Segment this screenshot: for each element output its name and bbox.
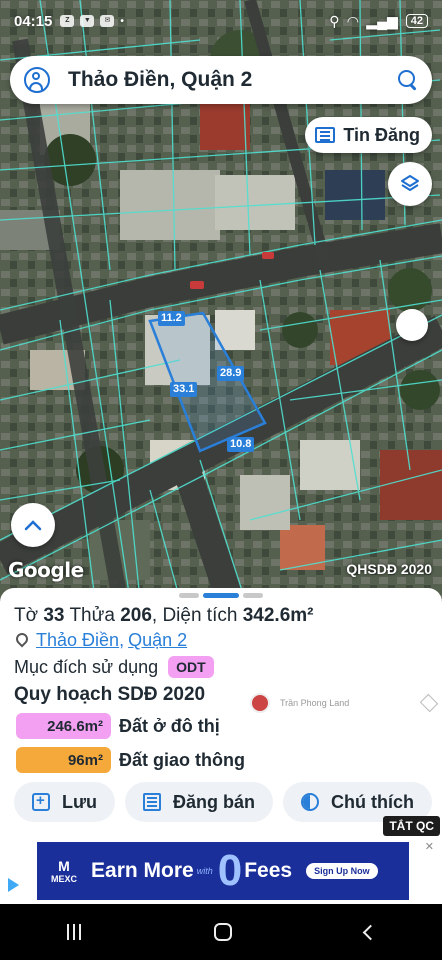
watermark-avatar	[250, 693, 270, 713]
tin-dang-label: Tin Đăng	[343, 124, 420, 145]
parcel-summary: Tờ 33 Thửa 206, Diện tích 342.6m²	[14, 605, 314, 626]
compass-button[interactable]	[396, 309, 428, 341]
purpose-label: Mục đích sử dụng	[14, 656, 159, 677]
layer-name-label: QHSDĐ 2020	[346, 561, 432, 577]
ad-creative[interactable]: M MEXC Earn More with 0 Fees Sign Up Now	[37, 842, 409, 900]
ad-brand-logo: M MEXC	[51, 858, 78, 884]
ad-info-icon[interactable]: ✕	[425, 840, 434, 853]
listing-icon	[315, 127, 336, 143]
expand-button[interactable]	[11, 503, 55, 547]
search-bar[interactable]: Thảo Điền, Quận 2	[10, 56, 432, 104]
dimension-label-right: 28.9	[217, 366, 245, 381]
legend-item-residential: 246.6m² Đất ở đô thị	[16, 713, 220, 739]
legend-label: Đất giao thông	[119, 749, 245, 770]
legend-area-chip: 96m²	[16, 747, 111, 773]
dimension-label-left: 33.1	[170, 382, 198, 397]
watermark-text: Trần Phong Land	[280, 698, 350, 708]
system-nav-bar	[0, 904, 442, 960]
parcel-location: Thảo Điền, Quận 2	[16, 630, 187, 651]
legend-area-chip: 246.6m²	[16, 713, 111, 739]
dimension-label-top: 11.2	[158, 311, 185, 326]
signal-icon: ▂▄▆	[366, 12, 398, 29]
legend-item-traffic: 96m² Đất giao thông	[16, 747, 245, 773]
user-profile-icon[interactable]	[24, 67, 50, 93]
recents-icon[interactable]	[66, 924, 81, 940]
ad-banner[interactable]: M MEXC Earn More with 0 Fees Sign Up Now …	[0, 838, 442, 904]
plan-title: Quy hoạch SDĐ 2020	[14, 684, 206, 705]
location-icon: ⚲	[329, 12, 340, 29]
purpose-code-badge: ODT	[168, 656, 214, 678]
dot-icon: •	[120, 15, 124, 27]
ad-zero: 0	[217, 846, 243, 895]
watermark: Trần Phong Land	[244, 687, 442, 719]
save-button[interactable]: Lưu	[14, 782, 116, 822]
home-icon[interactable]	[213, 923, 232, 941]
search-icon[interactable]	[398, 70, 418, 90]
post-for-sale-button[interactable]: Đăng bán	[125, 782, 274, 822]
action-buttons: Lưu Đăng bán Chú thích	[14, 782, 433, 822]
notification-icons: Z ▼ ✉ •	[60, 15, 124, 27]
listing-icon	[143, 793, 162, 811]
ad-with: with	[196, 866, 213, 876]
land-use-purpose: Mục đích sử dụng ODT	[14, 656, 214, 678]
ad-headline-2: Fees	[244, 859, 293, 882]
ad-cta-button[interactable]: Sign Up Now	[306, 863, 378, 879]
battery-indicator: 42	[405, 14, 428, 28]
ad-headline-1: Earn More	[91, 859, 194, 882]
ad-play-icon	[8, 878, 19, 892]
tin-dang-button[interactable]: Tin Đăng	[305, 117, 432, 153]
status-bar: 04:15 Z ▼ ✉ • ⚲ ◠ ▂▄▆ 42	[0, 0, 442, 42]
system-icons: ⚲ ◠ ▂▄▆ 42	[329, 13, 428, 30]
layers-icon	[401, 175, 419, 191]
layers-button[interactable]	[388, 162, 432, 206]
sheet-handle[interactable]	[179, 593, 263, 598]
legend-label: Đất ở đô thị	[119, 715, 220, 736]
location-pin-icon	[16, 633, 28, 648]
ward-link[interactable]: Thảo Điền	[36, 630, 119, 651]
layers-icon	[419, 693, 439, 713]
google-attribution: Google	[8, 558, 84, 582]
close-ad-button[interactable]: TẮT QC	[383, 816, 440, 836]
chevron-up-icon	[24, 520, 42, 531]
back-icon[interactable]	[362, 924, 378, 940]
zalo-icon: Z	[60, 15, 75, 27]
status-time: 04:15	[14, 12, 53, 30]
bookmark-add-icon	[32, 792, 50, 811]
wifi-icon: ◠	[347, 12, 359, 29]
app-icon: ▼	[80, 15, 95, 27]
search-query[interactable]: Thảo Điền, Quận 2	[68, 68, 398, 92]
dimension-label-bottom: 10.8	[227, 437, 255, 452]
district-link[interactable]: Quận 2	[128, 630, 187, 651]
contrast-icon	[301, 793, 320, 811]
messenger-icon: ✉	[100, 15, 115, 27]
